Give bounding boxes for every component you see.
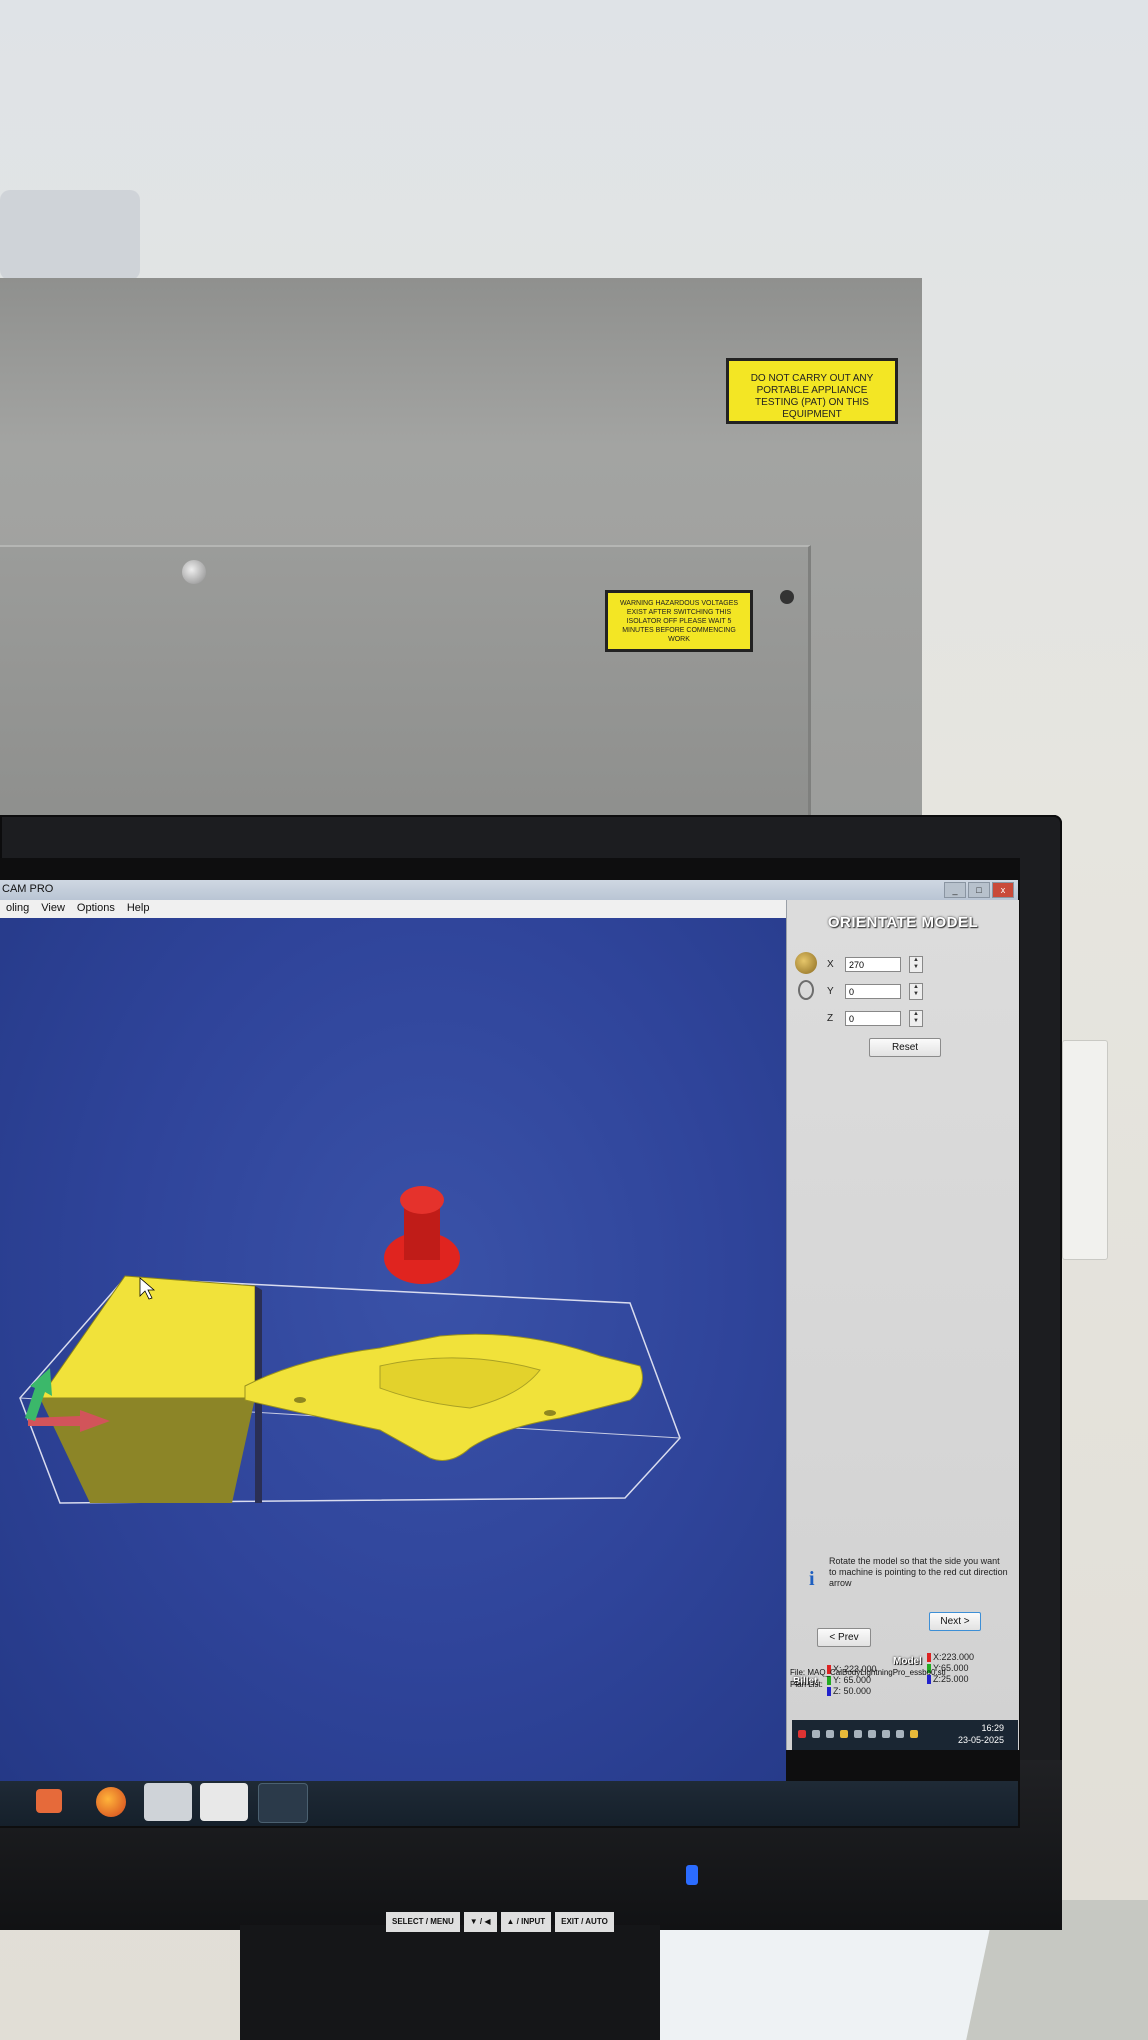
axis-y-spinner[interactable]: ▲ ▼	[909, 983, 923, 1000]
media-player-icon[interactable]	[36, 1789, 62, 1813]
monitor-osd-buttons[interactable]: SELECT / MENU ▼ / ◀ ▲ / INPUT EXIT / AUT…	[386, 1912, 614, 1932]
axis-row-y: Y ▲▼	[827, 983, 923, 1000]
tray-volume-icon[interactable]	[868, 1730, 876, 1738]
monitor-screen: CAM PRO _ □ x oling View Options Help OR…	[0, 858, 1020, 1828]
window-controls: _ □ x	[944, 882, 1014, 898]
viewport-drawing	[19, 1186, 681, 1504]
desk-device-left	[0, 190, 140, 280]
osd-exit-auto-button[interactable]: EXIT / AUTO	[555, 1912, 614, 1932]
osd-select-menu-button[interactable]: SELECT / MENU	[386, 1912, 460, 1932]
tray-folder-icon[interactable]	[840, 1730, 848, 1738]
menu-view[interactable]: View	[35, 900, 71, 918]
model-pin-hole-2	[544, 1410, 556, 1416]
menu-tooling[interactable]: oling	[0, 900, 35, 918]
firefox-icon[interactable]	[96, 1787, 126, 1817]
model-x: X:223.000	[933, 1652, 975, 1662]
orientate-panel: ORIENTATE MODEL X ▲▼ Y ▲▼ Z ▲▼ Reset i R…	[786, 900, 1019, 1750]
billet-z: Z: 50.000	[833, 1686, 872, 1696]
tray-settings-icon[interactable]	[882, 1730, 890, 1738]
plan-list-status: Plan List:	[790, 1680, 823, 1689]
osd-down-button[interactable]: ▼ / ◀	[463, 1912, 497, 1932]
info-icon: i	[809, 1568, 815, 1590]
osd-up-input-button[interactable]: ▲ / INPUT	[500, 1912, 552, 1932]
cycle-icon[interactable]	[798, 980, 814, 1000]
tray-alert-icon[interactable]	[910, 1730, 918, 1738]
model-pin-hole	[294, 1397, 306, 1403]
axis-x-label: X	[827, 959, 834, 970]
autodesk-icon[interactable]	[258, 1783, 308, 1823]
rotate-model-icon[interactable]	[795, 952, 817, 974]
maximize-button[interactable]: □	[968, 882, 990, 898]
tray-flag-icon[interactable]	[798, 1730, 806, 1738]
file-status: File: MAQ_CalBodyLightningPro_essbo0.stl	[790, 1668, 946, 1677]
axis-y-input[interactable]	[845, 984, 901, 999]
wall-light-switch	[1062, 1040, 1108, 1260]
axis-z-input[interactable]	[845, 1011, 901, 1026]
clock-date: 23-05-2025	[957, 1735, 1004, 1745]
prev-button[interactable]: < Prev	[817, 1628, 871, 1647]
tray-arrow-icon[interactable]	[812, 1730, 820, 1738]
qc-pro-icon[interactable]	[200, 1783, 248, 1821]
axis-row-z: Z ▲▼	[827, 1010, 923, 1027]
clock[interactable]: 16:29 23-05-2025	[958, 1722, 1004, 1746]
axis-z-label: Z	[827, 1013, 834, 1024]
axis-x-spinner[interactable]: ▲ ▼	[909, 956, 923, 973]
3d-viewport[interactable]	[0, 918, 786, 1818]
window-title: CAM PRO	[2, 883, 54, 895]
system-tray: 16:29 23-05-2025	[792, 1720, 1018, 1750]
cut-direction-top	[400, 1186, 444, 1214]
model-block-shadow	[40, 1398, 255, 1503]
menu-options[interactable]: Options	[71, 900, 121, 918]
hazard-warning-label: WARNING HAZARDOUS VOLTAGES EXIST AFTER S…	[605, 590, 753, 652]
axis-z-spinner[interactable]: ▲ ▼	[909, 1010, 923, 1027]
axis-x-input[interactable]	[845, 957, 901, 972]
close-button[interactable]: x	[992, 882, 1014, 898]
instruction-text: Rotate the model so that the side you wa…	[829, 1556, 1008, 1588]
reset-button[interactable]: Reset	[869, 1038, 941, 1057]
pat-warning-label: DO NOT CARRY OUT ANY PORTABLE APPLIANCE …	[726, 358, 898, 424]
next-button[interactable]: Next >	[929, 1612, 981, 1631]
tray-sync-icon[interactable]	[854, 1730, 862, 1738]
axis-row-x: X ▲▼	[827, 956, 923, 973]
axis-y-label: Y	[827, 986, 834, 997]
cnc-machine-icon[interactable]	[144, 1783, 192, 1821]
panel-heading: ORIENTATE MODEL	[827, 914, 979, 931]
monitor-stand	[240, 1925, 660, 2040]
minimize-button[interactable]: _	[944, 882, 966, 898]
tray-shield-icon[interactable]	[896, 1730, 904, 1738]
window-titlebar: CAM PRO _ □ x	[0, 880, 1018, 900]
cabinet-screw	[182, 560, 206, 584]
power-led-icon	[686, 1865, 698, 1885]
cabinet-hole	[780, 590, 794, 604]
taskbar	[0, 1781, 1018, 1826]
menu-help[interactable]: Help	[121, 900, 156, 918]
tray-icons	[798, 1730, 918, 1738]
clock-time: 16:29	[981, 1723, 1004, 1733]
tray-network-icon[interactable]	[826, 1730, 834, 1738]
model-label: Model	[893, 1656, 922, 1667]
